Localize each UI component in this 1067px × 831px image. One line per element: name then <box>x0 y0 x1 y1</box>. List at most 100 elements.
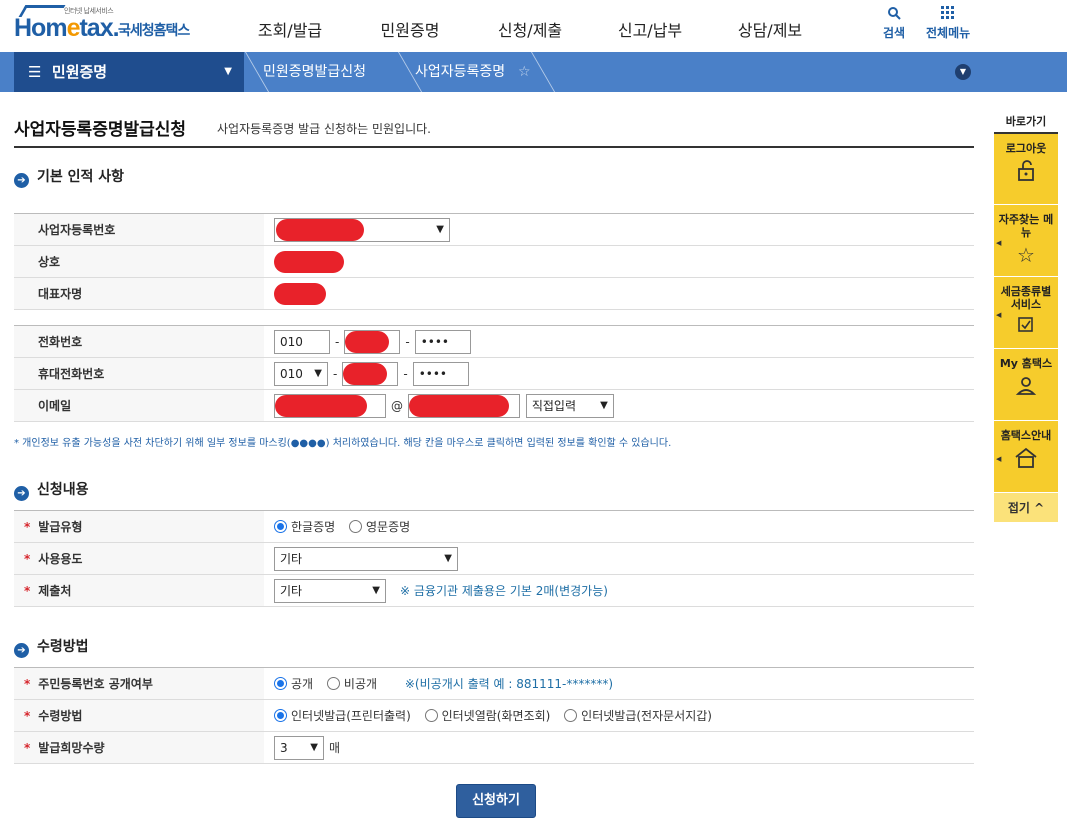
section-receive: ➔ 수령방법 <box>14 636 89 658</box>
gnb-application[interactable]: 신청/제출 <box>470 17 590 41</box>
radio-nondisclose[interactable] <box>326 677 340 690</box>
arrow-circle-icon: ➔ <box>14 486 29 501</box>
quantity-label: * 발급희망수량 <box>14 731 264 764</box>
phone-last-input[interactable]: •••• <box>414 329 471 354</box>
mobile-middle-input[interactable] <box>342 361 399 386</box>
submit-button[interactable]: 신청하기 <box>456 784 536 818</box>
rrn-hint: ※(비공개시 출력 예 : 881111-*******) <box>404 677 614 691</box>
quick-menu: 바로가기 로그아웃 자주찾는 메뉴 ◀ ☆ 세금종류별 서비스 ◀ My 홈택스… <box>994 112 1058 522</box>
redacted-mark <box>274 282 326 305</box>
logo-text: Hometax. <box>14 14 120 42</box>
chevron-down-icon: ▼ <box>310 741 318 753</box>
chevron-down-icon[interactable]: ▼ <box>955 64 971 80</box>
all-menu-button[interactable]: 전체메뉴 <box>926 6 970 41</box>
gnb-certificates[interactable]: 민원증명 <box>350 17 470 41</box>
arrow-left-icon: ◀ <box>996 455 1002 463</box>
phone-label: 전화번호 <box>14 325 264 358</box>
star-icon: ☆ <box>1017 243 1035 267</box>
redacted-mark <box>275 395 367 417</box>
location-bar: ☰ 민원증명 ▼ 민원증명발급신청 사업자등록증명 ☆ ▼ <box>0 52 1067 92</box>
redacted-mark <box>409 395 509 417</box>
title-divider <box>14 146 974 148</box>
email-id-input[interactable] <box>274 393 386 418</box>
gnb-report[interactable]: 신고/납부 <box>590 17 710 41</box>
destination-label: * 제출처 <box>14 574 264 607</box>
email-domain-select[interactable]: 직접입력 ▼ <box>525 393 614 418</box>
radio-korean[interactable] <box>274 520 287 533</box>
logo-nts: 국세청홈택스 <box>118 23 190 39</box>
lock-icon <box>994 159 1058 188</box>
quick-menu-title: 바로가기 <box>1005 115 1047 128</box>
radio-english[interactable] <box>349 520 362 533</box>
top-header: 인터넷 납세서비스 Hometax. 국세청홈택스 조회/발급 민원증명 신청/… <box>0 0 1067 52</box>
radio-wallet[interactable] <box>564 709 578 722</box>
usage-select[interactable]: 기타 ▼ <box>274 546 458 571</box>
issue-type-label: * 발급유형 <box>14 510 264 543</box>
quantity-unit: 매 <box>329 741 341 755</box>
person-icon <box>994 374 1058 403</box>
chevron-down-icon: ▼ <box>436 223 444 235</box>
gnb-inquiry[interactable]: 조회/발급 <box>230 17 350 41</box>
nav-category-select[interactable]: ☰ 민원증명 ▼ <box>14 52 244 92</box>
destination-hint: ※ 금융기관 제출용은 기본 2매(변경가능) <box>400 584 608 598</box>
search-label: 검색 <box>883 26 906 40</box>
hamburger-icon: ☰ <box>28 63 52 81</box>
arrow-circle-icon: ➔ <box>14 173 29 188</box>
radio-view[interactable] <box>424 709 438 722</box>
quick-logout[interactable]: 로그아웃 <box>994 132 1058 204</box>
all-menu-label: 전체메뉴 <box>926 26 971 40</box>
radio-disclose[interactable] <box>274 677 287 690</box>
mobile-last-input[interactable]: •••• <box>412 361 469 386</box>
business-number-label: 사업자등록번호 <box>14 213 264 246</box>
receive-method-label: * 수령방법 <box>14 699 264 732</box>
usage-label: * 사용용도 <box>14 542 264 575</box>
checkbox-icon <box>994 315 1058 339</box>
breadcrumb-apply[interactable]: 민원증명발급신청 <box>263 52 366 92</box>
quick-tax-services[interactable]: 세금종류별 서비스 ◀ <box>994 276 1058 348</box>
breadcrumb-certificate[interactable]: 사업자등록증명 <box>415 52 505 92</box>
grid-icon <box>926 6 970 24</box>
hometax-logo[interactable]: 인터넷 납세서비스 Hometax. 국세청홈택스 <box>14 5 199 46</box>
search-button[interactable]: 검색 <box>883 6 905 41</box>
chevron-down-icon: ▼ <box>314 367 322 379</box>
caret-down-icon: ▼ <box>224 66 232 77</box>
receive-table: * 주민등록번호 공개여부 공개 비공개 ※(비공개시 출력 예 : 881111… <box>14 667 974 764</box>
redacted-mark <box>274 250 344 273</box>
mobile-prefix-select[interactable]: 010 ▼ <box>274 361 328 386</box>
redacted-mark <box>343 363 388 385</box>
search-icon <box>883 6 905 24</box>
quick-favorites[interactable]: 자주찾는 메뉴 ◀ ☆ <box>994 204 1058 276</box>
mobile-label: 휴대전화번호 <box>14 357 264 390</box>
application-table: * 발급유형 한글증명 영문증명 * 사용용도 기타 ▼ * 제출처 기타 ▼ ※ 금융기관… <box>14 510 974 607</box>
company-name-label: 상호 <box>14 245 264 278</box>
gnb-consult[interactable]: 상담/제보 <box>710 17 830 41</box>
masking-notice: * 개인정보 유출 가능성을 사전 차단하기 위해 일부 정보를 마스킹(●●●… <box>14 438 672 449</box>
arrow-left-icon: ◀ <box>996 239 1002 247</box>
email-label: 이메일 <box>14 389 264 422</box>
email-domain-input[interactable] <box>408 393 520 418</box>
section-basic-info: ➔ 기본 인적 사항 <box>14 166 124 188</box>
representative-label: 대표자명 <box>14 277 264 310</box>
quick-hometax-guide[interactable]: 홈택스안내 ◀ <box>994 420 1058 492</box>
arrow-circle-icon: ➔ <box>14 643 29 658</box>
section-application: ➔ 신청내용 <box>14 479 89 501</box>
rrn-disclosure-label: * 주민등록번호 공개여부 <box>14 667 264 700</box>
global-nav: 조회/발급 민원증명 신청/제출 신고/납부 상담/제보 <box>230 17 830 41</box>
phone-middle-input[interactable] <box>344 329 401 354</box>
chevron-down-icon: ▼ <box>372 584 380 596</box>
arrow-left-icon: ◀ <box>996 311 1002 319</box>
business-number-select[interactable]: ▼ <box>274 217 450 242</box>
quick-my-hometax[interactable]: My 홈택스 <box>994 348 1058 420</box>
redacted-mark <box>345 331 390 353</box>
basic-info-table: 사업자등록번호 ▼ 상호 대표자명 <box>14 213 974 310</box>
phone-prefix-input[interactable]: 010 <box>274 329 330 354</box>
radio-print[interactable] <box>274 709 287 722</box>
house-icon <box>994 446 1058 475</box>
quantity-select[interactable]: 3 ▼ <box>274 735 324 760</box>
chevron-down-icon: ▼ <box>444 552 452 564</box>
destination-select[interactable]: 기타 ▼ <box>274 578 386 603</box>
chevron-down-icon: ▼ <box>600 399 608 411</box>
page-description: 사업자등록증명 발급 신청하는 민원입니다. <box>217 122 431 136</box>
quick-fold-button[interactable]: 접기 ^ <box>994 492 1058 522</box>
contact-table: 전화번호 010- - •••• 휴대전화번호 010 ▼ - - •••• 이메일 @ 직… <box>14 325 974 422</box>
